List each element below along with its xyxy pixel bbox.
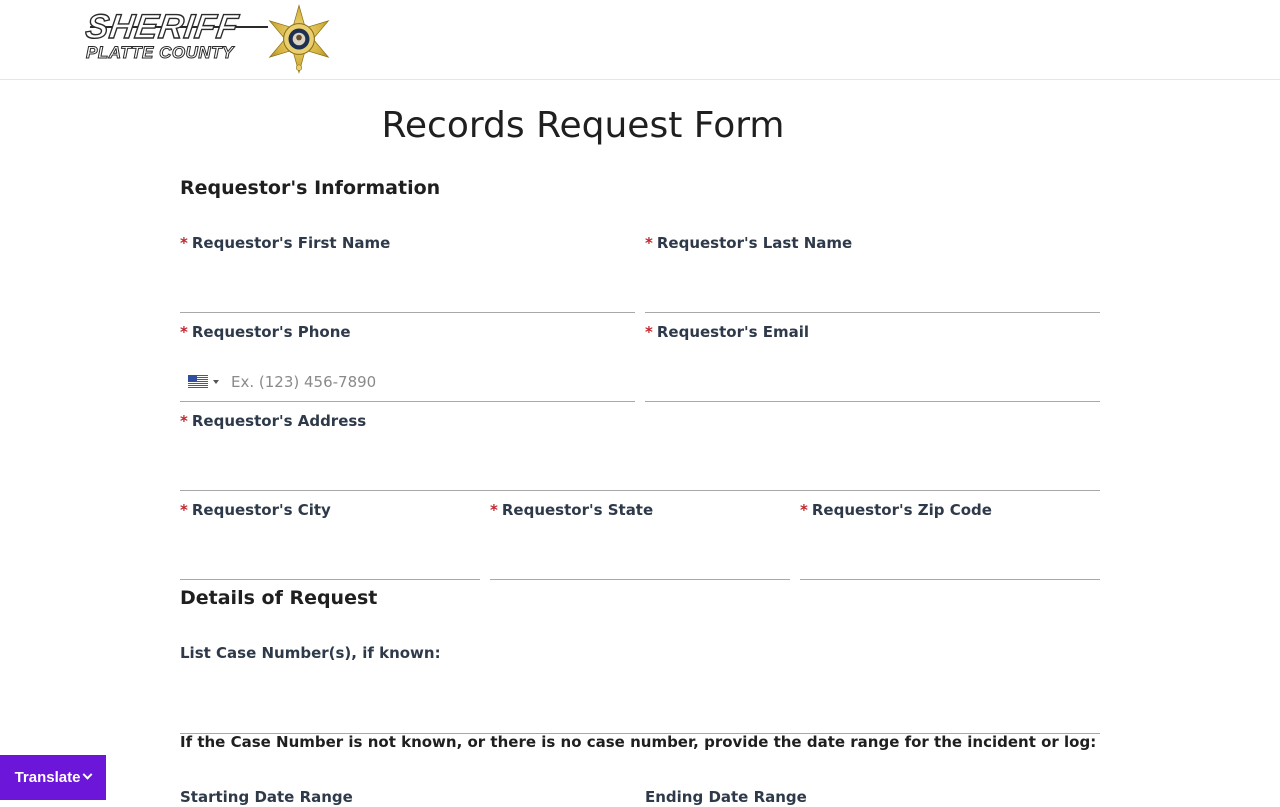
case-numbers-field: List Case Number(s), if known: — [180, 643, 1100, 734]
required-marker: * — [180, 412, 188, 430]
city-field: * Requestor's City — [180, 500, 480, 580]
last-name-field: * Requestor's Last Name — [645, 233, 1100, 313]
logo-county-text: PLATTE COUNTY — [86, 43, 234, 62]
date-range-note: If the Case Number is not known, or ther… — [180, 733, 1097, 751]
state-input[interactable] — [490, 540, 790, 580]
sheriff-logo[interactable]: SHERIFF PLATTE COUNTY — [83, 4, 336, 74]
translate-button[interactable]: Translate — [0, 755, 106, 800]
required-marker: * — [800, 501, 808, 519]
state-field: * Requestor's State — [490, 500, 790, 580]
required-marker: * — [180, 323, 188, 341]
page-title: Records Request Form — [381, 105, 785, 146]
country-code-select[interactable] — [180, 362, 227, 401]
email-field: * Requestor's Email — [645, 322, 1100, 402]
sheriff-star-badge-icon — [268, 4, 330, 74]
caret-down-icon — [213, 379, 219, 384]
last-name-input[interactable] — [645, 273, 1100, 313]
address-input[interactable] — [180, 451, 1100, 491]
address-field: * Requestor's Address — [180, 411, 1100, 491]
start-date-field: Starting Date Range — [180, 787, 635, 807]
state-label: * Requestor's State — [490, 501, 654, 519]
required-marker: * — [645, 323, 653, 341]
section-title-requestor: Requestor's Information — [180, 177, 441, 199]
us-flag-icon — [188, 375, 208, 388]
case-numbers-label: List Case Number(s), if known: — [180, 644, 441, 662]
zip-field: * Requestor's Zip Code — [800, 500, 1100, 580]
required-marker: * — [180, 234, 188, 252]
first-name-label: * Requestor's First Name — [180, 234, 391, 252]
phone-input[interactable] — [227, 362, 635, 401]
end-date-field: Ending Date Range — [645, 787, 1100, 807]
logo-sheriff-text: SHERIFF — [83, 7, 242, 46]
address-label: * Requestor's Address — [180, 412, 367, 430]
email-input[interactable] — [645, 362, 1100, 402]
translate-label: Translate — [14, 769, 81, 786]
first-name-field: * Requestor's First Name — [180, 233, 635, 313]
last-name-label: * Requestor's Last Name — [645, 234, 853, 252]
end-date-label: Ending Date Range — [645, 788, 807, 806]
phone-field: * Requestor's Phone — [180, 322, 635, 402]
first-name-input[interactable] — [180, 273, 635, 313]
required-marker: * — [490, 501, 498, 519]
site-header: SHERIFF PLATTE COUNTY — [0, 0, 1280, 80]
phone-label: * Requestor's Phone — [180, 323, 351, 341]
section-title-details: Details of Request — [180, 587, 378, 609]
city-input[interactable] — [180, 540, 480, 580]
chevron-down-icon — [82, 769, 93, 780]
start-date-label: Starting Date Range — [180, 788, 353, 806]
email-label: * Requestor's Email — [645, 323, 809, 341]
required-marker: * — [645, 234, 653, 252]
required-marker: * — [180, 501, 188, 519]
phone-input-group — [180, 362, 635, 402]
zip-label: * Requestor's Zip Code — [800, 501, 992, 519]
zip-input[interactable] — [800, 540, 1100, 580]
city-label: * Requestor's City — [180, 501, 331, 519]
case-numbers-input[interactable] — [180, 683, 1100, 734]
